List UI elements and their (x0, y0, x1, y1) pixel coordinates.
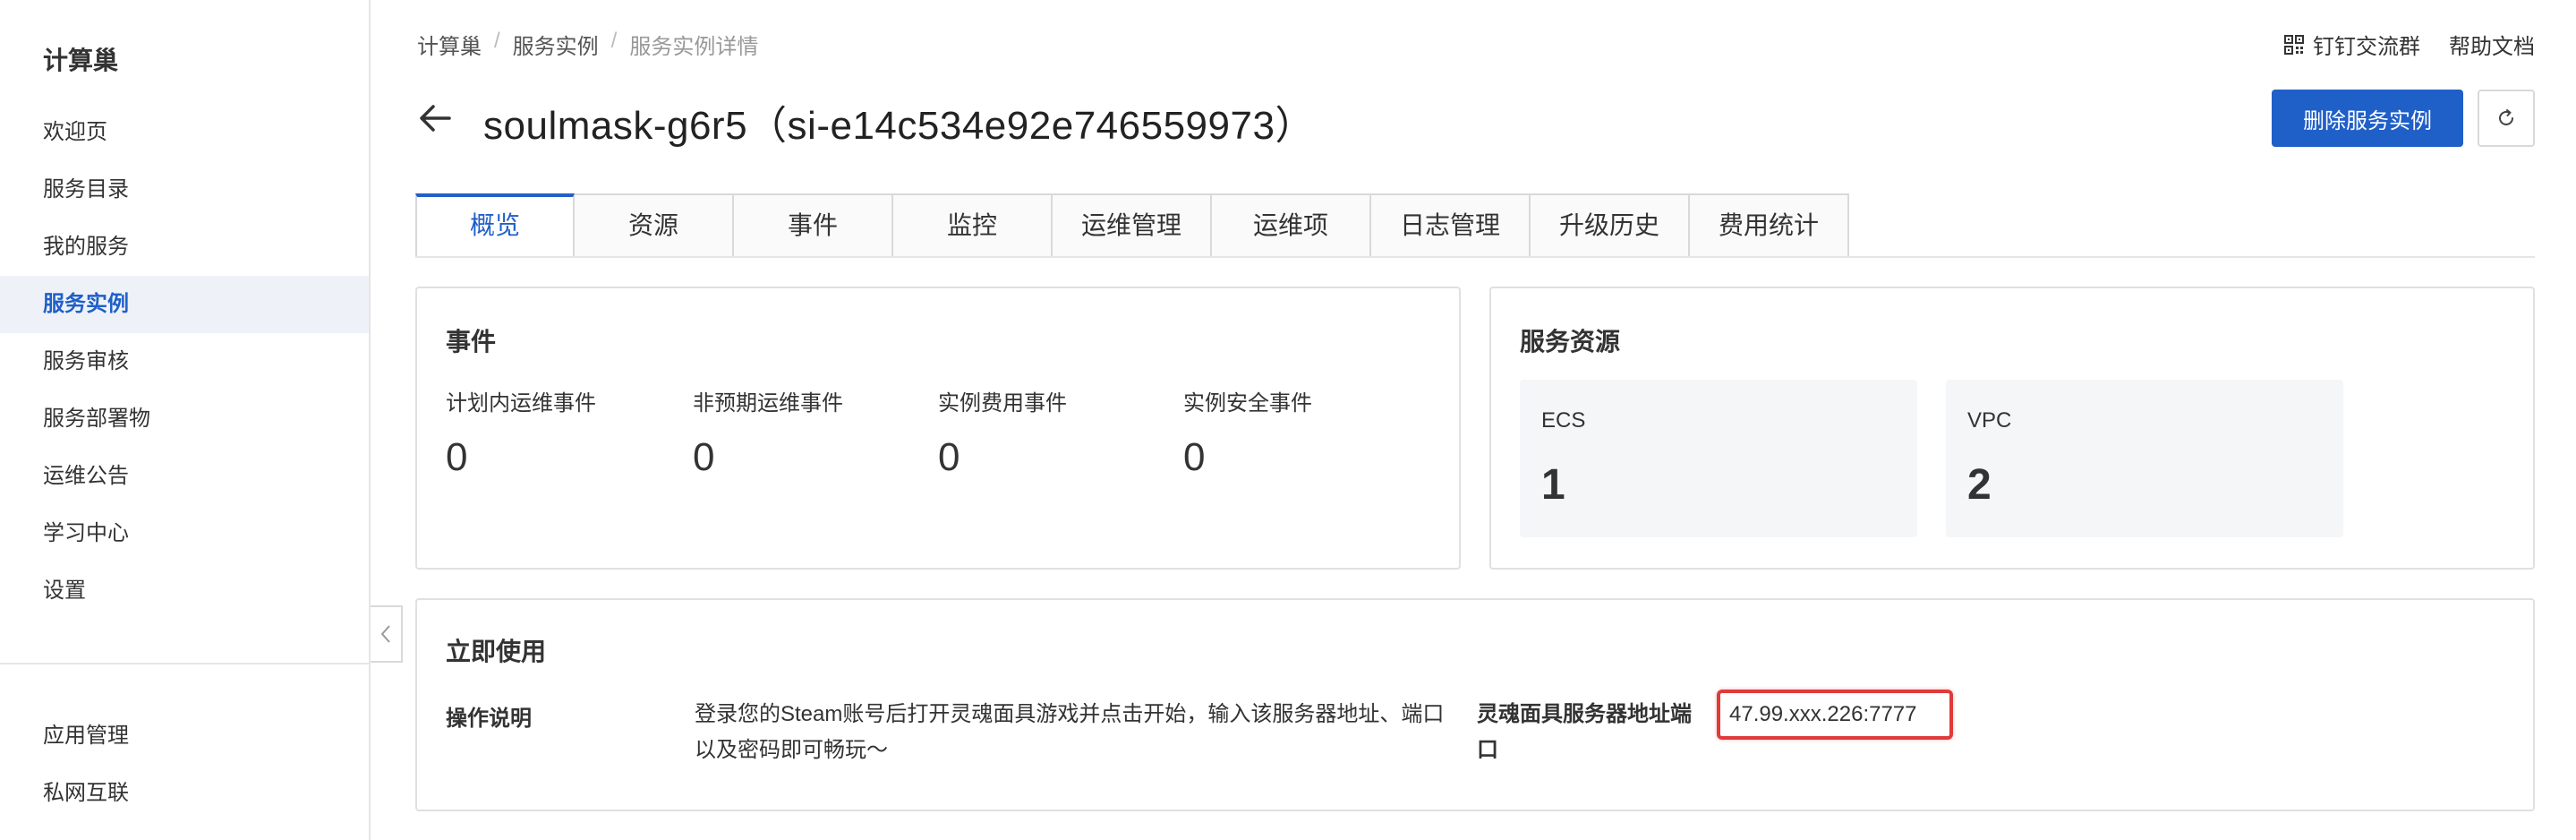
events-card (415, 287, 1461, 570)
help-docs-link[interactable]: 帮助文档 (2449, 29, 2535, 60)
resources-card-title: 服务资源 (1520, 328, 1621, 356)
sidebar-item-ops-notice[interactable]: 运维公告 (0, 448, 369, 505)
event-value-cost[interactable]: 0 (938, 435, 960, 480)
event-value-security[interactable]: 0 (1183, 435, 1205, 480)
sidebar-item-deploy-artifacts[interactable]: 服务部署物 (0, 390, 369, 448)
event-value-unexpected[interactable]: 0 (693, 435, 714, 480)
sidebar-item-service-review[interactable]: 服务审核 (0, 333, 369, 390)
sidebar-item-settings[interactable]: 设置 (0, 562, 369, 620)
sidebar-item-welcome[interactable]: 欢迎页 (0, 104, 369, 161)
sidebar-item-app-management[interactable]: 应用管理 (0, 707, 369, 765)
server-address-label: 灵魂面具服务器地址端口 (1477, 702, 1692, 762)
tab-upgrade-history[interactable]: 升级历史 (1531, 193, 1690, 258)
event-label-planned: 计划内运维事件 (446, 391, 596, 416)
sidebar-item-my-services[interactable]: 我的服务 (0, 219, 369, 276)
tab-ops-management[interactable]: 运维管理 (1053, 193, 1212, 258)
delete-instance-button[interactable]: 删除服务实例 (2272, 90, 2463, 147)
tab-ops-items[interactable]: 运维项 (1212, 193, 1371, 258)
breadcrumb-item-compute-nest[interactable]: 计算巢 (417, 29, 482, 60)
tab-events[interactable]: 事件 (734, 193, 893, 258)
tab-cost-statistics[interactable]: 费用统计 (1690, 193, 1849, 258)
operation-instructions-text: 登录您的Steam账号后打开灵魂面具游戏并点击开始，输入该服务器地址、端口以及密… (695, 702, 1445, 762)
dingtalk-group-link[interactable]: 钉钉交流群 (2284, 29, 2420, 60)
breadcrumb-item-current: 服务实例详情 (629, 35, 759, 59)
quick-use-card-title: 立即使用 (446, 638, 547, 665)
tabs-underline (415, 256, 2535, 258)
refresh-icon (2499, 109, 2513, 125)
resource-box-ecs[interactable]: ECS 1 (1520, 380, 1917, 537)
qr-code-icon (2284, 34, 2304, 55)
sidebar-item-private-link[interactable]: 私网互联 (0, 765, 369, 822)
breadcrumb-item-service-instances[interactable]: 服务实例 (513, 29, 599, 60)
resource-box-vpc[interactable]: VPC 2 (1946, 380, 2343, 537)
server-address-value[interactable]: 47.99.xxx.226:7777 (1717, 690, 1953, 740)
operation-instructions-label: 操作说明 (446, 707, 532, 731)
tab-log-management[interactable]: 日志管理 (1371, 193, 1531, 258)
chevron-left-icon (380, 625, 390, 643)
events-card-title: 事件 (446, 328, 497, 356)
top-links: 钉钉交流群 帮助文档 (2284, 29, 2535, 60)
event-label-security: 实例安全事件 (1183, 391, 1312, 416)
event-label-unexpected: 非预期运维事件 (693, 391, 843, 416)
sidebar-title: 计算巢 (43, 47, 119, 74)
tab-overview[interactable]: 概览 (415, 193, 575, 258)
back-arrow-icon[interactable] (414, 97, 456, 140)
sidebar: 计算巢 欢迎页 服务目录 我的服务 服务实例 服务审核 服务部署物 运维公告 学… (0, 0, 371, 840)
breadcrumb-separator: / (494, 29, 500, 53)
breadcrumb-separator: / (610, 29, 618, 53)
dingtalk-group-label: 钉钉交流群 (2313, 35, 2420, 59)
sidebar-collapse-button[interactable] (371, 605, 403, 663)
refresh-button[interactable] (2478, 90, 2535, 147)
tab-resources[interactable]: 资源 (575, 193, 734, 258)
tab-bar: 概览 资源 事件 监控 运维管理 运维项 日志管理 升级历史 费用统计 (415, 193, 1849, 258)
sidebar-item-service-instances[interactable]: 服务实例 (0, 276, 369, 333)
sidebar-divider (0, 663, 369, 664)
resource-label-vpc: VPC (1967, 408, 2012, 433)
resource-value-vpc: 2 (1967, 461, 1992, 509)
resource-value-ecs: 1 (1541, 461, 1565, 509)
breadcrumb: 计算巢 / 服务实例 / 服务实例详情 (417, 29, 758, 60)
event-label-cost: 实例费用事件 (938, 391, 1067, 416)
resource-label-ecs: ECS (1541, 408, 1586, 433)
sidebar-item-learning-center[interactable]: 学习中心 (0, 505, 369, 562)
page-title: soulmask-g6r5（si-e14c534e92e746559973） (483, 104, 1315, 148)
tab-monitoring[interactable]: 监控 (893, 193, 1053, 258)
sidebar-item-service-catalog[interactable]: 服务目录 (0, 161, 369, 219)
event-value-planned[interactable]: 0 (446, 435, 467, 480)
